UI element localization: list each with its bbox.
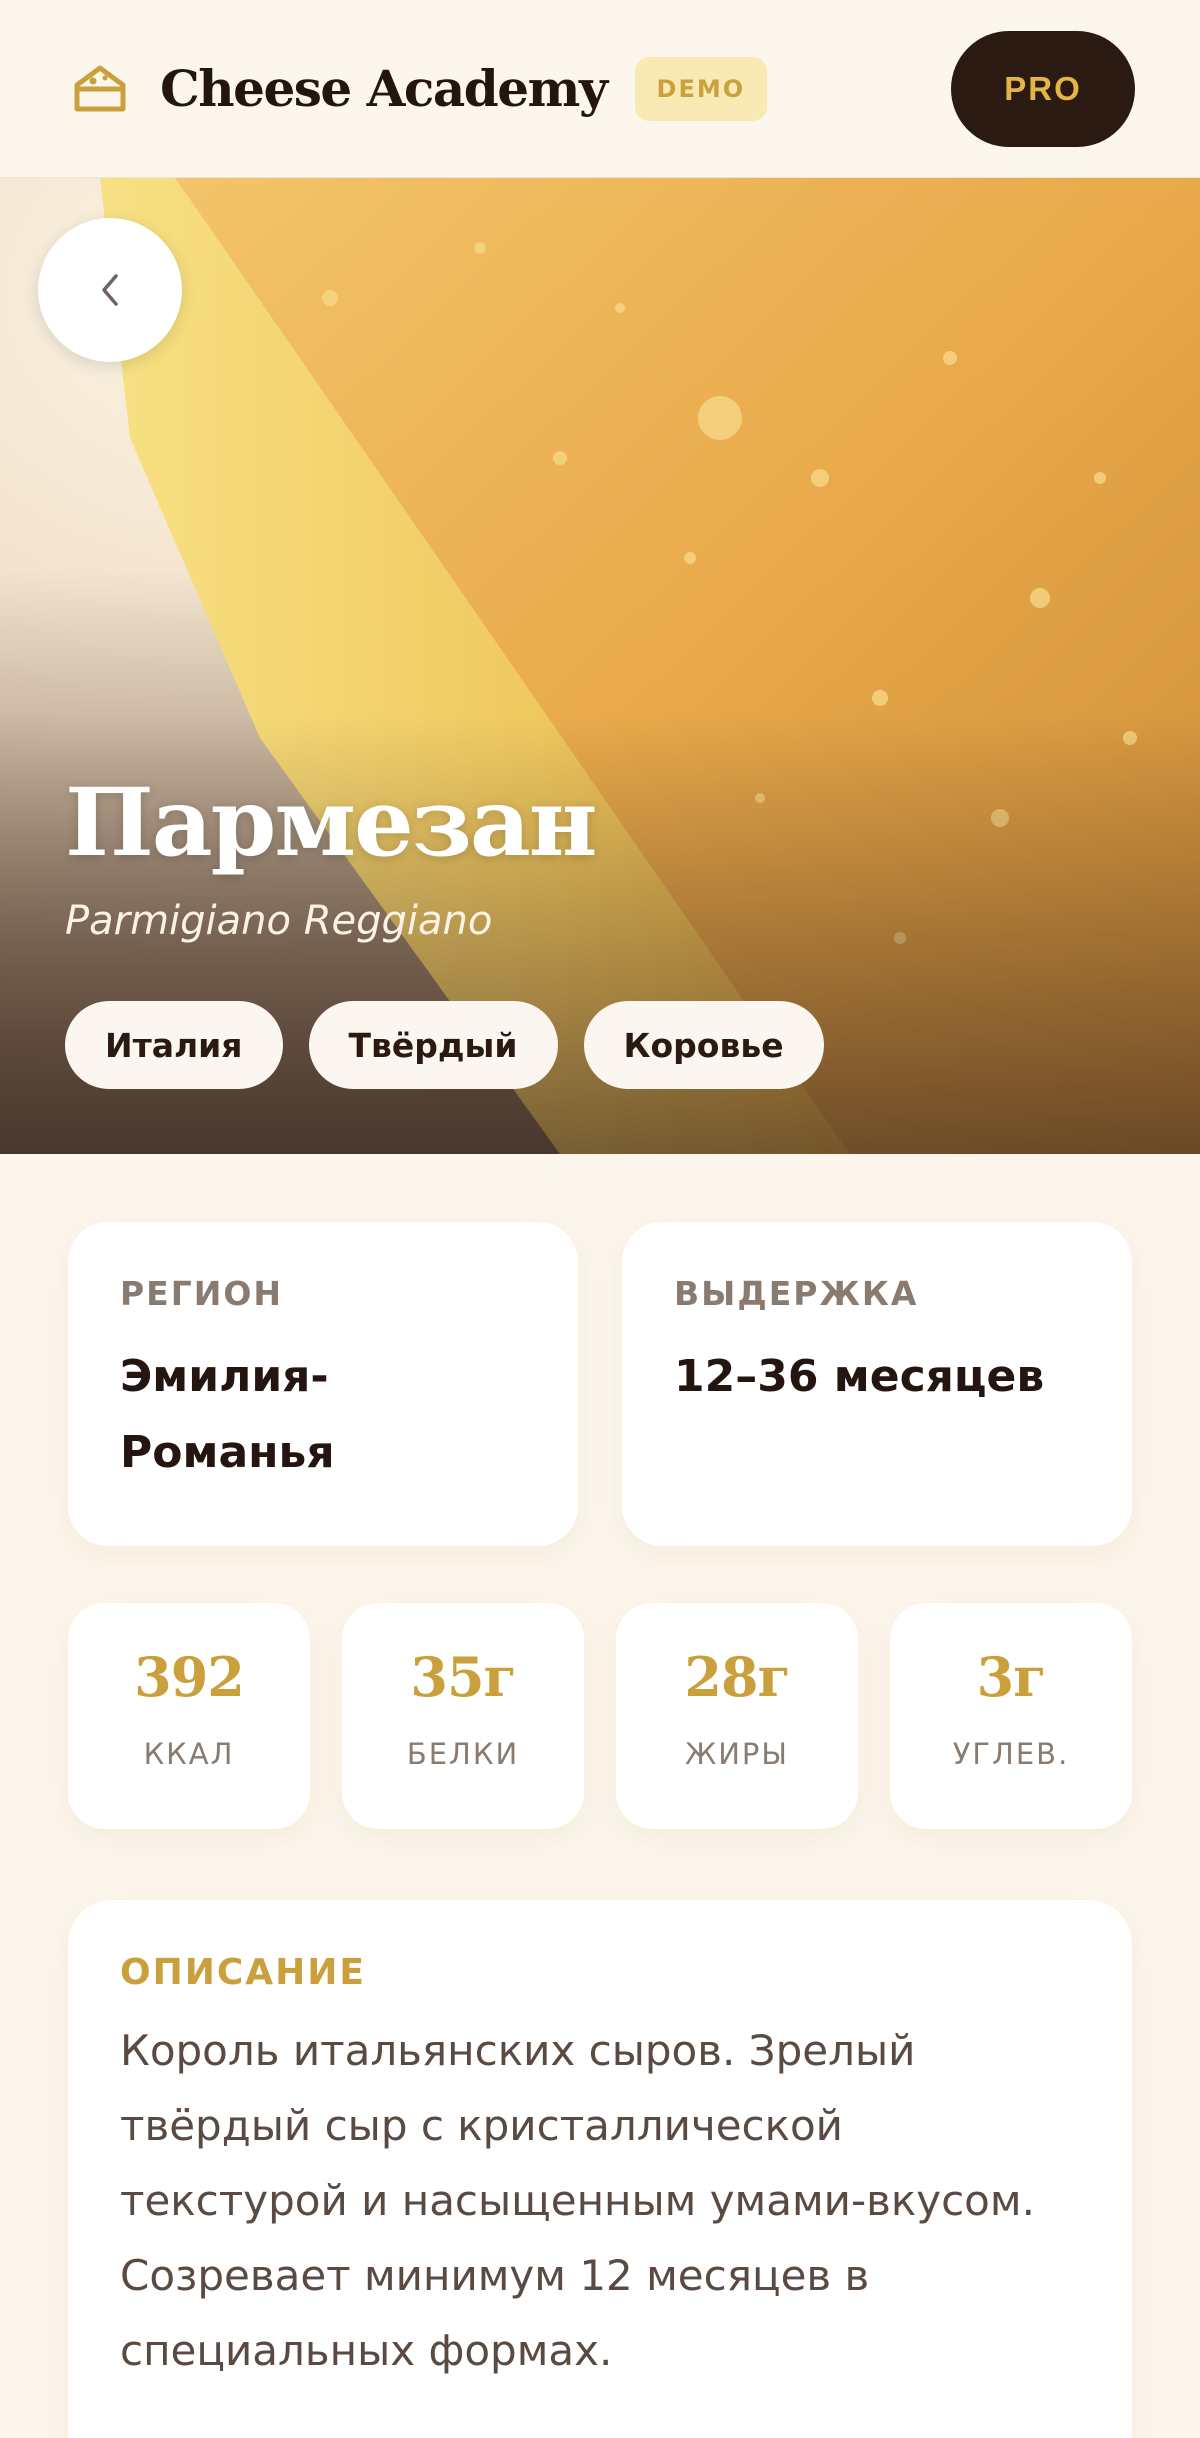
nutrition-cards: 392 ККАЛ 35г БЕЛКИ 28г ЖИРЫ 3г УГЛЕВ.: [68, 1603, 1132, 1829]
nutrition-value: 35г: [410, 1645, 516, 1709]
demo-badge: DEMO: [634, 56, 768, 121]
region-card: РЕГИОН Эмилия-Романья: [68, 1222, 578, 1546]
nutrition-value: 392: [134, 1645, 245, 1709]
aging-label: ВЫДЕРЖКА: [674, 1274, 919, 1313]
cheese-name: Пармезан: [65, 768, 598, 878]
region-value: Эмилия-Романья: [120, 1351, 335, 1478]
pro-button[interactable]: PRO: [951, 30, 1135, 147]
nutrition-calories: 392 ККАЛ: [68, 1603, 310, 1829]
nutrition-label: БЕЛКИ: [406, 1737, 520, 1771]
tag-milk: Коровье: [583, 1001, 824, 1089]
cheese-latin-name: Parmigiano Reggiano: [65, 898, 493, 944]
tag-country: Италия: [65, 1001, 283, 1089]
description-title: ОПИСАНИЕ: [120, 1952, 366, 1993]
nutrition-fat: 28г ЖИРЫ: [616, 1603, 858, 1829]
back-button[interactable]: [38, 218, 182, 362]
description-text: Король итальянских сыров. Зрелый твёрдый…: [120, 2026, 1035, 2375]
nutrition-label: УГЛЕВ.: [952, 1737, 1070, 1771]
nutrition-label: ЖИРЫ: [684, 1737, 789, 1771]
nutrition-value: 3г: [976, 1645, 1047, 1709]
nutrition-value: 28г: [684, 1645, 790, 1709]
chevron-left-icon: [102, 274, 118, 306]
region-label: РЕГИОН: [120, 1274, 284, 1313]
description-card: ОПИСАНИЕ Король итальянских сыров. Зрелы…: [68, 1900, 1132, 2438]
aging-card: ВЫДЕРЖКА 12–36 месяцев: [622, 1222, 1132, 1546]
nutrition-protein: 35г БЕЛКИ: [342, 1603, 584, 1829]
app-header: Cheese Academy DEMO PRO: [0, 0, 1200, 178]
cheese-house-icon: [70, 59, 130, 119]
info-cards: РЕГИОН Эмилия-Романья ВЫДЕРЖКА 12–36 мес…: [68, 1222, 1132, 1546]
nutrition-label: ККАЛ: [143, 1737, 235, 1771]
aging-value: 12–36 месяцев: [674, 1351, 1045, 1402]
tag-list: Италия Твёрдый Коровье: [65, 1001, 824, 1089]
hero-image: Пармезан Parmigiano Reggiano Италия Твёр…: [0, 178, 1200, 1154]
app-title: Cheese Academy: [160, 59, 608, 118]
nutrition-carbs: 3г УГЛЕВ.: [890, 1603, 1132, 1829]
tag-texture: Твёрдый: [308, 1001, 558, 1089]
